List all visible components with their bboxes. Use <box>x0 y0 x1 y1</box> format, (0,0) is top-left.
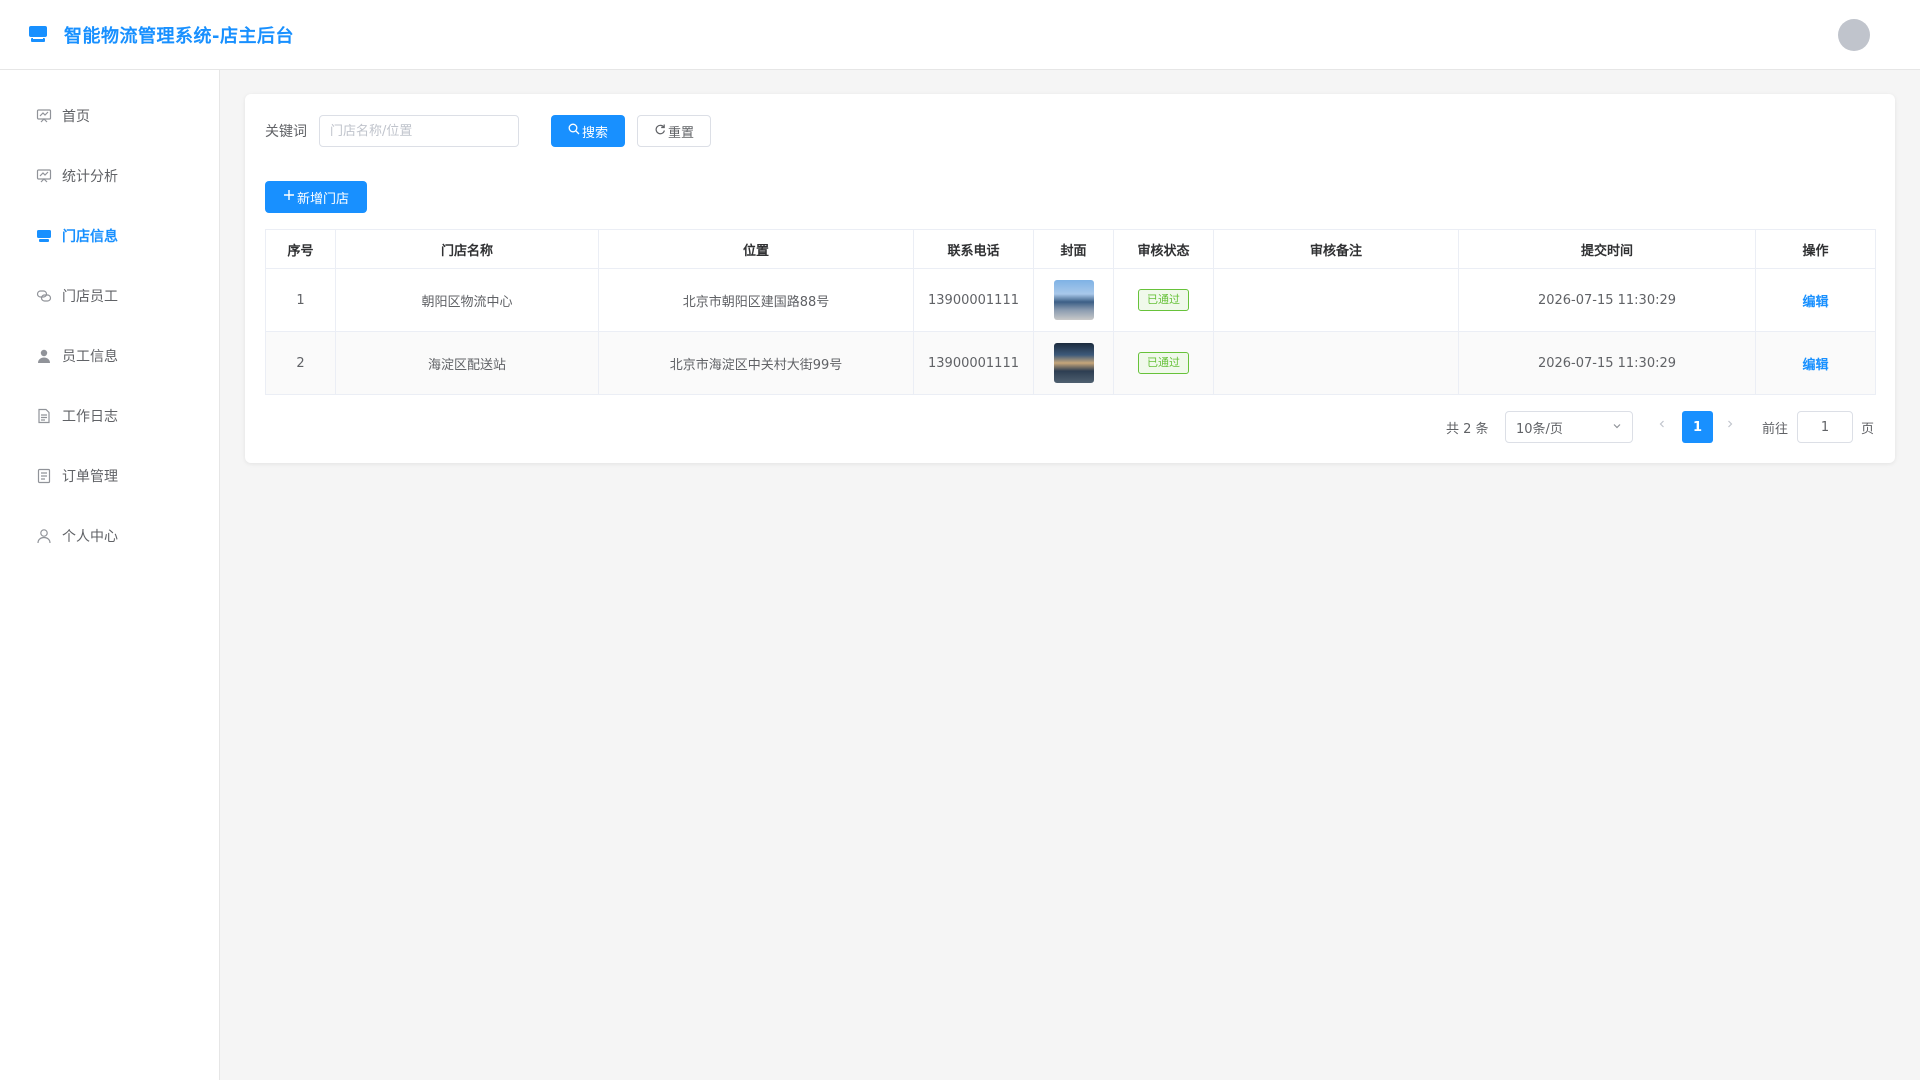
chevron-down-icon <box>1612 420 1622 435</box>
store-name: 海淀区配送站 <box>335 331 599 395</box>
table-row: 2 海淀区配送站 北京市海淀区中关村大街99号 13900001111 已通过 … <box>265 331 1876 395</box>
submit-time: 2026-07-15 11:30:29 <box>1458 268 1756 332</box>
add-store-button[interactable]: 新增门店 <box>265 181 367 213</box>
next-page-button[interactable] <box>1725 418 1735 433</box>
column-header: 封面 <box>1033 229 1114 269</box>
sidebar-item-statistics[interactable]: 统计分析 <box>0 146 219 206</box>
store-table: 序号 门店名称 位置 联系电话 封面 审核状态 审核备注 提交时间 操作 1 朝… <box>265 229 1876 395</box>
prev-page-button[interactable] <box>1657 418 1667 433</box>
store-cover-image[interactable] <box>1053 280 1094 320</box>
goto-label: 前往 <box>1762 422 1789 437</box>
sidebar-item-label: 首页 <box>62 109 90 125</box>
sidebar-item-label: 统计分析 <box>62 169 118 185</box>
plus-icon <box>283 189 295 205</box>
app-title: 智能物流管理系统-店主后台 <box>64 26 294 47</box>
column-header: 审核备注 <box>1213 229 1459 269</box>
store-list-card: 关键词 搜索 重置 新增门店 序号 门店名称 位置 联系电话 封面 审核状态 审… <box>245 94 1895 463</box>
reset-button[interactable]: 重置 <box>637 115 711 147</box>
review-remark <box>1213 331 1459 395</box>
column-header: 序号 <box>265 229 336 269</box>
sidebar-item-orders[interactable]: 订单管理 <box>0 446 219 506</box>
keyword-label: 关键词 <box>265 124 307 140</box>
column-header: 操作 <box>1755 229 1876 269</box>
chevron-left-icon <box>1657 418 1667 433</box>
store-name: 朝阳区物流中心 <box>335 268 599 332</box>
store-cover-image[interactable] <box>1053 343 1094 383</box>
page-size-select[interactable]: 10条/页 <box>1505 411 1633 443</box>
review-remark <box>1213 268 1459 332</box>
sidebar-item-employee-info[interactable]: 员工信息 <box>0 326 219 386</box>
store-phone: 13900001111 <box>913 331 1034 395</box>
search-icon <box>568 123 580 139</box>
edit-button[interactable]: 编辑 <box>1802 358 1828 373</box>
chart-icon <box>36 108 52 124</box>
row-index: 2 <box>265 331 336 395</box>
column-header: 位置 <box>598 229 914 269</box>
sidebar-item-label: 员工信息 <box>62 349 118 365</box>
column-header: 门店名称 <box>335 229 599 269</box>
sidebar-item-label: 订单管理 <box>62 469 118 485</box>
page-suffix-label: 页 <box>1861 422 1875 437</box>
store-location: 北京市海淀区中关村大街99号 <box>598 331 914 395</box>
link-icon <box>36 288 52 304</box>
store-phone: 13900001111 <box>913 268 1034 332</box>
refresh-icon <box>654 123 666 139</box>
chevron-right-icon <box>1725 418 1735 433</box>
chart-icon <box>36 168 52 184</box>
sidebar-item-home[interactable]: 首页 <box>0 86 219 146</box>
column-header: 联系电话 <box>913 229 1034 269</box>
sidebar-item-label: 工作日志 <box>62 409 118 425</box>
goto-page-input[interactable] <box>1797 411 1853 443</box>
list-icon <box>36 468 52 484</box>
store-icon <box>36 228 52 244</box>
sidebar-item-label: 门店信息 <box>62 229 118 245</box>
search-button[interactable]: 搜索 <box>551 115 625 147</box>
sidebar-item-store-info[interactable]: 门店信息 <box>0 206 219 266</box>
table-header-row: 序号 门店名称 位置 联系电话 封面 审核状态 审核备注 提交时间 操作 <box>265 229 1876 269</box>
submit-time: 2026-07-15 11:30:29 <box>1458 331 1756 395</box>
user-avatar[interactable] <box>1838 19 1870 51</box>
pagination-total: 共 2 条 <box>1446 422 1489 437</box>
sidebar-item-store-staff[interactable]: 门店员工 <box>0 266 219 326</box>
keyword-input[interactable] <box>319 115 519 147</box>
sidebar-item-label: 个人中心 <box>62 529 118 545</box>
edit-button[interactable]: 编辑 <box>1802 295 1828 310</box>
top-header: 智能物流管理系统-店主后台 <box>0 0 1920 70</box>
user-icon <box>36 528 52 544</box>
document-icon <box>36 408 52 424</box>
status-badge: 已通过 <box>1138 289 1189 311</box>
table-row: 1 朝阳区物流中心 北京市朝阳区建国路88号 13900001111 已通过 2… <box>265 268 1876 332</box>
page-number-current[interactable]: 1 <box>1682 411 1713 443</box>
store-location: 北京市朝阳区建国路88号 <box>598 268 914 332</box>
sidebar: 首页 统计分析 门店信息 门店员工 员工信息 工作日志 订单管理 个人中心 <box>0 70 220 1080</box>
column-header: 提交时间 <box>1458 229 1756 269</box>
status-badge: 已通过 <box>1138 352 1189 374</box>
store-logo-icon <box>28 24 48 44</box>
sidebar-item-label: 门店员工 <box>62 289 118 305</box>
user-filled-icon <box>36 348 52 364</box>
row-index: 1 <box>265 268 336 332</box>
sidebar-item-profile[interactable]: 个人中心 <box>0 506 219 566</box>
sidebar-item-work-log[interactable]: 工作日志 <box>0 386 219 446</box>
column-header: 审核状态 <box>1113 229 1214 269</box>
